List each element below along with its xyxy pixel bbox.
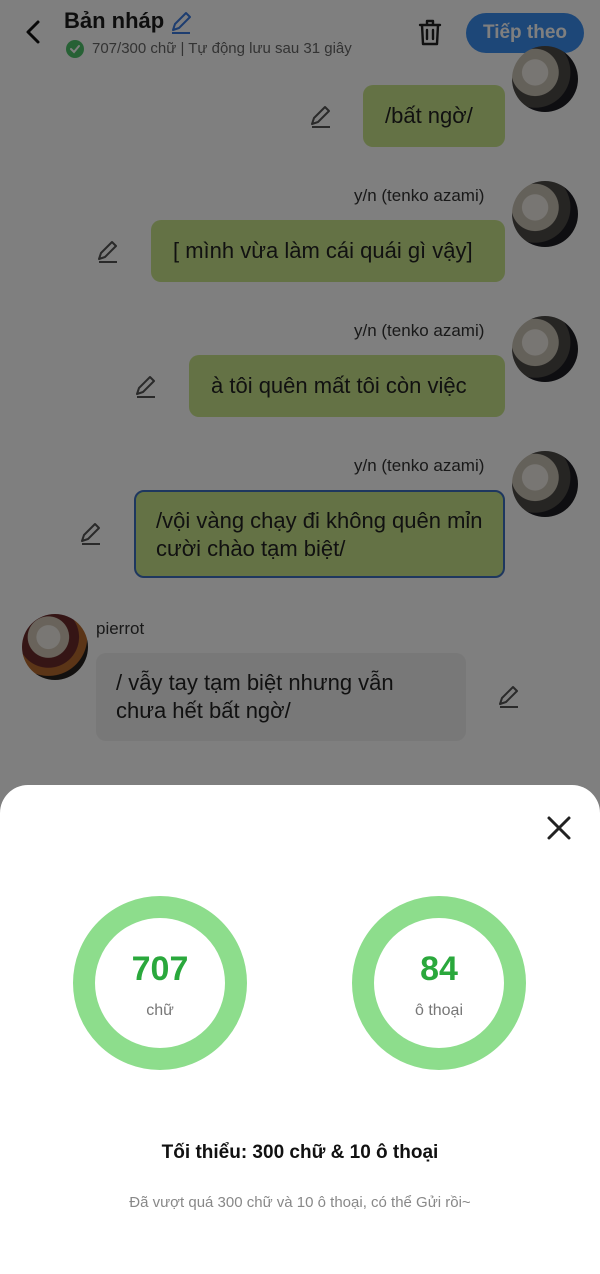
word-count-value: 707 (131, 950, 189, 988)
dialog-count-value: 84 (420, 950, 458, 988)
requirement-note: Đã vượt quá 300 chữ và 10 ô thoại, có th… (129, 1194, 471, 1211)
word-count-sheet: 707 chữ 84 ô thoại Tối thiểu: 300 chữ & … (0, 785, 600, 1274)
word-count-ring: 707 chữ (73, 896, 247, 1070)
word-count-unit: chữ (146, 1002, 174, 1019)
minimum-requirement: Tối thiểu: 300 chữ & 10 ô thoại (161, 1142, 439, 1163)
dialog-count-unit: ô thoại (414, 1002, 464, 1019)
close-icon[interactable] (544, 813, 574, 843)
dialog-count-ring: 84 ô thoại (352, 896, 526, 1070)
